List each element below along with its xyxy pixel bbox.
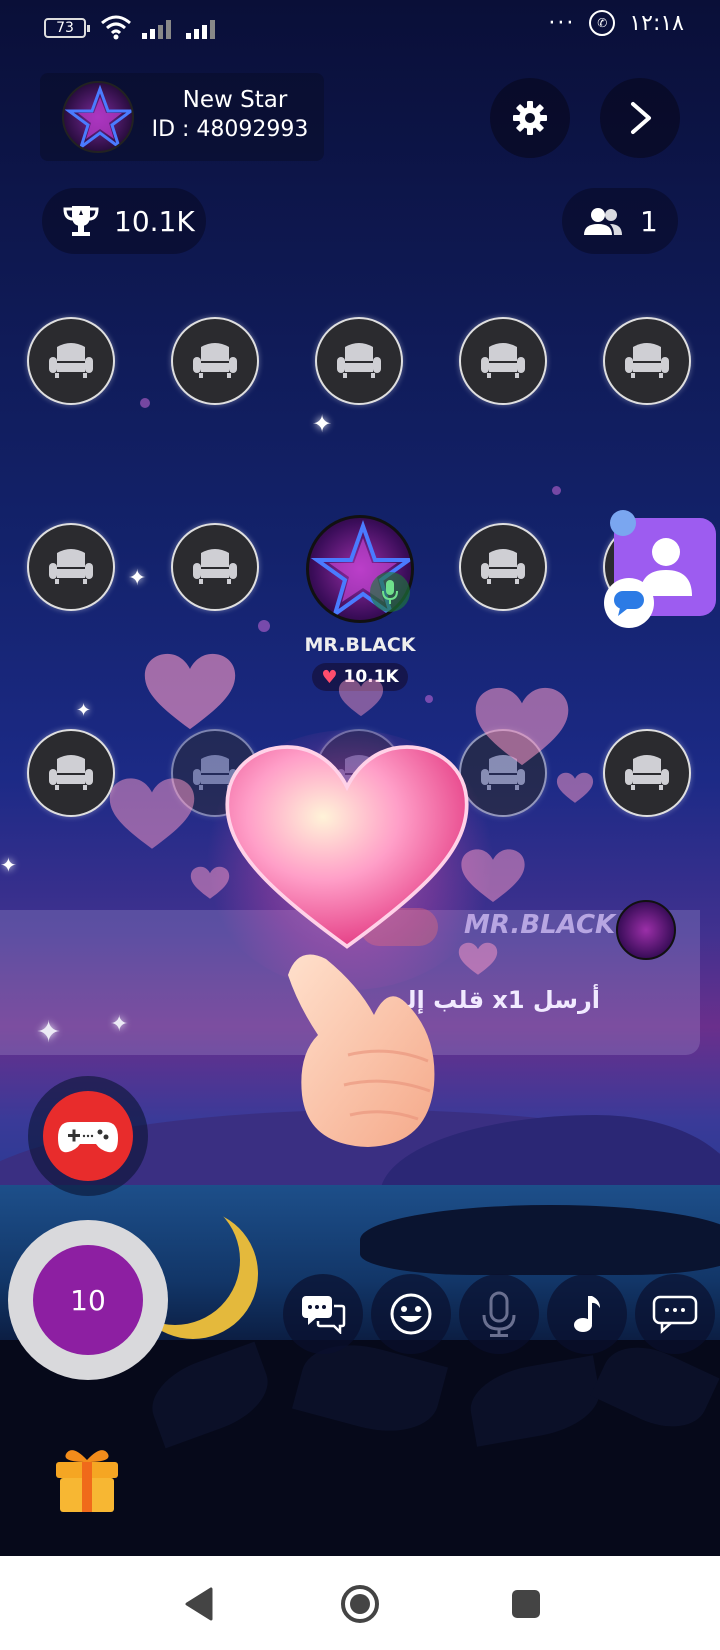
bokeh-dot bbox=[552, 486, 561, 495]
empty-seat[interactable] bbox=[171, 317, 259, 405]
signal-icon bbox=[142, 20, 171, 39]
finger-heart-hand-icon bbox=[288, 954, 435, 1147]
heart-icon bbox=[458, 942, 498, 975]
game-button-inner bbox=[43, 1091, 133, 1181]
trophy-icon bbox=[63, 206, 99, 236]
emoji-button[interactable] bbox=[371, 1274, 451, 1354]
music-button[interactable] bbox=[547, 1274, 627, 1354]
armchair-icon bbox=[49, 549, 93, 584]
back-button[interactable] bbox=[178, 1582, 222, 1626]
armchair-icon bbox=[193, 549, 237, 584]
heart-icon: ♥ bbox=[321, 666, 338, 688]
armchair-icon bbox=[481, 343, 525, 378]
empty-seat[interactable] bbox=[171, 523, 259, 611]
armchair-icon bbox=[625, 755, 669, 790]
users-icon bbox=[584, 208, 622, 235]
mic-active-icon bbox=[370, 572, 410, 612]
armchair-icon bbox=[49, 343, 93, 378]
chevron-right-icon bbox=[631, 102, 651, 134]
heart-icon bbox=[338, 679, 384, 717]
game-button[interactable] bbox=[28, 1076, 148, 1196]
armchair-icon bbox=[337, 343, 381, 378]
armchair-icon bbox=[625, 343, 669, 378]
heart-icon bbox=[461, 849, 525, 903]
home-circle-icon bbox=[341, 1585, 379, 1623]
bokeh-dot bbox=[425, 695, 433, 703]
signal-icon bbox=[186, 20, 215, 39]
more-notifications: ··· bbox=[548, 10, 576, 36]
gift-icon[interactable] bbox=[52, 1444, 122, 1514]
sparkle: ✦ bbox=[312, 410, 333, 438]
recents-button[interactable] bbox=[504, 1582, 548, 1626]
status-bar: 73 ··· ✆ ١٢:١٨ bbox=[0, 0, 720, 52]
notification-dot bbox=[610, 510, 636, 536]
island bbox=[360, 1205, 720, 1275]
star-logo-icon bbox=[64, 84, 132, 151]
settings-button[interactable] bbox=[490, 78, 570, 158]
combo-counter-button[interactable]: 10 bbox=[8, 1220, 168, 1380]
members-pill[interactable]: 1 bbox=[562, 188, 678, 254]
empty-seat[interactable] bbox=[27, 523, 115, 611]
empty-seat[interactable] bbox=[603, 729, 691, 817]
gear-icon bbox=[513, 101, 547, 135]
heart-icon bbox=[475, 687, 569, 766]
empty-seat[interactable] bbox=[27, 729, 115, 817]
message-icon bbox=[614, 591, 644, 616]
battery-icon: 73 bbox=[44, 18, 90, 38]
members-count: 1 bbox=[640, 204, 658, 238]
armchair-icon bbox=[193, 343, 237, 378]
heart-icon bbox=[144, 653, 236, 730]
heart-icon bbox=[190, 866, 230, 899]
bokeh-dot bbox=[258, 620, 270, 632]
seat-user-name: MR.BLACK bbox=[304, 634, 416, 656]
more-chat-icon bbox=[652, 1295, 698, 1334]
room-info-card[interactable]: New Star ID : 48092993 bbox=[40, 73, 324, 161]
trophy-score-pill[interactable]: 10.1K bbox=[42, 188, 206, 254]
combo-counter: 10 bbox=[33, 1245, 143, 1355]
heart-icon bbox=[225, 745, 469, 949]
sparkle: ✦ bbox=[128, 566, 147, 591]
wifi-icon bbox=[101, 15, 131, 40]
empty-seat[interactable] bbox=[459, 523, 547, 611]
empty-seat[interactable] bbox=[603, 317, 691, 405]
armchair-icon bbox=[481, 549, 525, 584]
home-button[interactable] bbox=[338, 1582, 382, 1626]
bokeh-dot bbox=[140, 398, 150, 408]
mic-button[interactable] bbox=[459, 1274, 539, 1354]
more-chat-button[interactable] bbox=[635, 1274, 715, 1354]
trophy-score: 10.1K bbox=[114, 204, 195, 238]
room-id: ID : 48092993 bbox=[151, 117, 309, 142]
empty-seat[interactable] bbox=[315, 317, 403, 405]
gamepad-icon bbox=[58, 1122, 118, 1153]
music-icon bbox=[574, 1296, 600, 1332]
empty-seat[interactable] bbox=[459, 317, 547, 405]
chat-username[interactable]: MR.BLACK bbox=[464, 910, 615, 940]
next-button[interactable] bbox=[600, 78, 680, 158]
room-avatar bbox=[62, 81, 134, 153]
clock: ١٢:١٨ bbox=[629, 10, 684, 36]
empty-seat[interactable] bbox=[27, 317, 115, 405]
heart-icon bbox=[109, 778, 195, 849]
whatsapp-icon: ✆ bbox=[589, 10, 616, 36]
recents-square-icon bbox=[512, 1590, 540, 1618]
status-right: ··· ✆ ١٢:١٨ bbox=[548, 10, 684, 36]
mic-icon bbox=[482, 1291, 516, 1337]
emoji-icon bbox=[390, 1293, 432, 1335]
chat-float-button[interactable] bbox=[604, 578, 654, 628]
messages-button[interactable] bbox=[283, 1274, 363, 1354]
heart-icon bbox=[556, 772, 594, 803]
back-triangle-icon bbox=[185, 1587, 213, 1621]
sparkle: ✦ bbox=[0, 853, 17, 877]
chat-avatar[interactable] bbox=[616, 900, 676, 960]
armchair-icon bbox=[49, 755, 93, 790]
room-name: New Star bbox=[182, 87, 288, 113]
chat-bubbles-icon bbox=[302, 1296, 346, 1334]
sparkle: ✦ bbox=[76, 700, 92, 721]
